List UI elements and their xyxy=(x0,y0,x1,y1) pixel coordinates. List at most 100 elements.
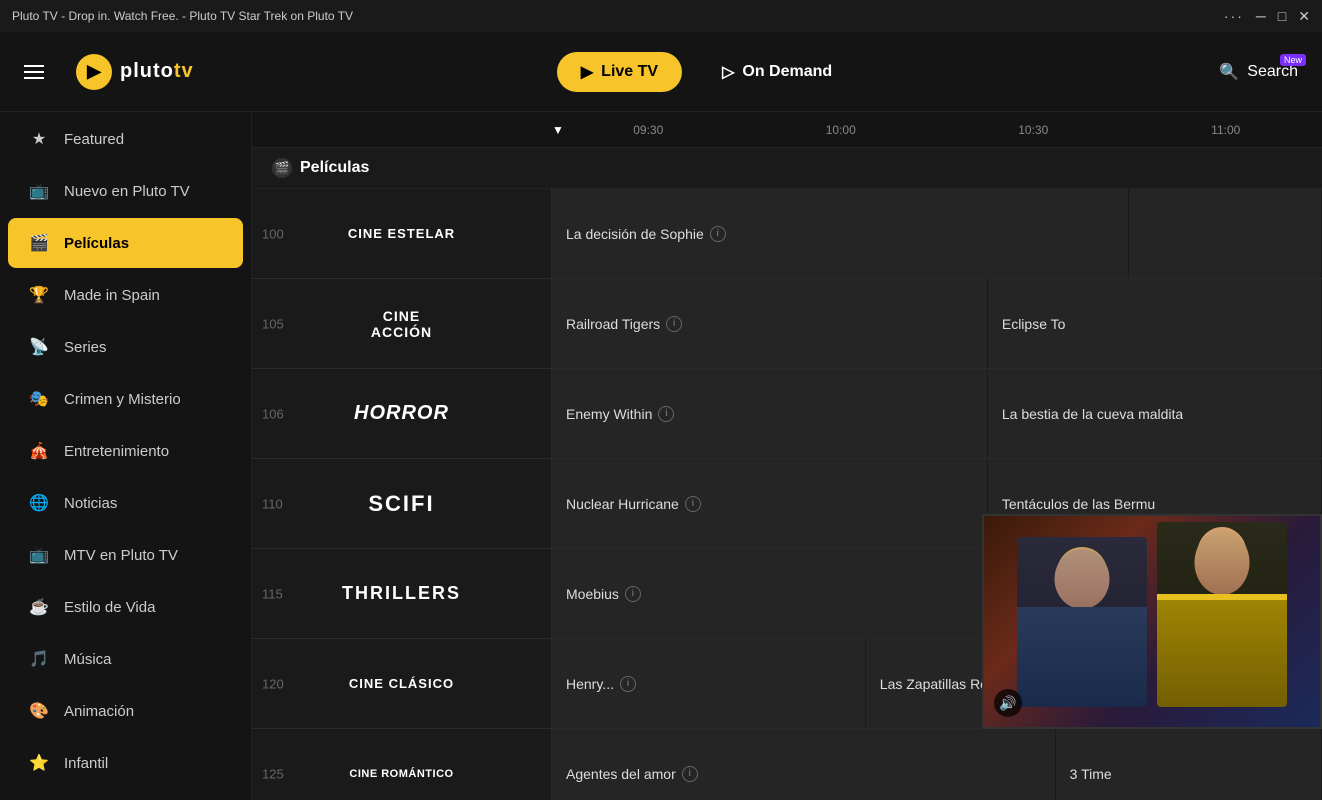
maximize-icon[interactable]: □ xyxy=(1278,8,1286,24)
channel-logo-106: HORROR xyxy=(354,402,449,425)
timeline-time-mark: 09:30 xyxy=(552,123,745,137)
sidebar-label-animacion: Animación xyxy=(64,703,134,720)
program-name: Tentáculos de las Bermu xyxy=(1002,496,1155,512)
timeline-time-mark: 11:00 xyxy=(1130,123,1322,137)
program-cell[interactable]: Agentes del amori xyxy=(552,729,1056,800)
sidebar-icon-made-in-spain: 🏆 xyxy=(28,284,50,306)
program-cell[interactable]: 3 Time xyxy=(1056,729,1322,800)
timeline-time-mark: 10:30 xyxy=(937,123,1130,137)
livetv-button[interactable]: ▶ Live TV xyxy=(557,52,682,92)
channel-row: 105 CINE ACCIÓN Railroad Tigers i Eclipse To xyxy=(252,279,1322,369)
section-icon: 🎬 xyxy=(272,158,292,178)
sidebar-item-infantil[interactable]: ⭐ Infantil xyxy=(8,738,243,788)
program-cell[interactable]: Railroad Tigers i xyxy=(552,279,988,368)
sidebar-item-noticias[interactable]: 🌐 Noticias xyxy=(8,478,243,528)
search-button[interactable]: 🔍 Search New xyxy=(1219,62,1298,82)
ondemand-button[interactable]: ▷ On Demand xyxy=(698,52,856,92)
program-cell[interactable] xyxy=(1129,189,1322,278)
volume-icon[interactable]: 🔊 xyxy=(994,689,1022,717)
info-icon[interactable]: i xyxy=(620,676,636,692)
sidebar: ★ Featured 📺 Nuevo en Pluto TV 🎬 Películ… xyxy=(0,112,252,800)
channel-logo-105: CINE ACCIÓN xyxy=(371,308,432,340)
channel-row: 100CINE ESTELARLa decisión de Sophiei xyxy=(252,189,1322,279)
sidebar-item-series[interactable]: 📡 Series xyxy=(8,322,243,372)
channel-cell-115: 115THRILLERS xyxy=(252,549,552,638)
ondemand-label: On Demand xyxy=(742,63,832,81)
ondemand-icon: ▷ xyxy=(722,62,734,82)
program-name: Enemy Within xyxy=(566,406,652,422)
sidebar-item-nuevo[interactable]: 📺 Nuevo en Pluto TV xyxy=(8,166,243,216)
sidebar-label-nuevo: Nuevo en Pluto TV xyxy=(64,183,190,200)
channel-logo-110: SCIFI xyxy=(368,491,434,517)
video-thumbnail: 🔊 xyxy=(982,514,1322,729)
minimize-icon[interactable]: ─ xyxy=(1256,8,1266,24)
program-name: La bestia de la cueva maldita xyxy=(1002,406,1183,422)
info-icon[interactable]: i xyxy=(625,586,641,602)
section-label: Películas xyxy=(300,159,369,177)
logo: ▶ plutotv xyxy=(76,54,194,90)
livetv-icon: ▶ xyxy=(581,62,593,82)
sidebar-item-animacion[interactable]: 🎨 Animación xyxy=(8,686,243,736)
timeline-time-mark: 10:00 xyxy=(745,123,938,137)
program-cells-100: La decisión de Sophiei xyxy=(552,189,1322,278)
sidebar-label-musica: Música xyxy=(64,651,112,668)
sidebar-item-featured[interactable]: ★ Featured xyxy=(8,114,243,164)
sidebar-item-musica[interactable]: 🎵 Música xyxy=(8,634,243,684)
titlebar: Pluto TV - Drop in. Watch Free. - Pluto … xyxy=(0,0,1322,32)
sidebar-icon-musica: 🎵 xyxy=(28,648,50,670)
program-cells-125: Agentes del amori3 Time xyxy=(552,729,1322,800)
sidebar-icon-peliculas: 🎬 xyxy=(28,232,50,254)
timeline-header: ▼ 09:3010:0010:3011:00 xyxy=(252,112,1322,148)
sidebar-icon-featured: ★ xyxy=(28,128,50,150)
program-name: Henry... xyxy=(566,676,614,692)
more-options-icon[interactable]: ··· xyxy=(1224,8,1244,24)
channel-number: 100 xyxy=(262,226,284,241)
sidebar-icon-estilo: ☕ xyxy=(28,596,50,618)
program-cells-105: Railroad Tigers i Eclipse To xyxy=(552,279,1322,368)
close-icon[interactable]: ✕ xyxy=(1298,8,1310,25)
sidebar-icon-nuevo: 📺 xyxy=(28,180,50,202)
new-badge: New xyxy=(1280,54,1306,66)
sidebar-item-crimen[interactable]: 🎭 Crimen y Misterio xyxy=(8,374,243,424)
info-icon[interactable]: i xyxy=(658,406,674,422)
content-area: ▼ 09:3010:0010:3011:00 🎬 Películas 100CI… xyxy=(252,112,1322,800)
sidebar-label-infantil: Infantil xyxy=(64,755,108,772)
program-cell[interactable]: Nuclear Hurricanei xyxy=(552,459,988,548)
channel-cell-100: 100CINE ESTELAR xyxy=(252,189,552,278)
program-cell[interactable]: La decisión de Sophiei xyxy=(552,189,1129,278)
sidebar-item-entretenimiento[interactable]: 🎪 Entretenimiento xyxy=(8,426,243,476)
program-name: Eclipse To xyxy=(1002,316,1066,332)
figure-spock xyxy=(1017,537,1147,707)
program-name: Railroad Tigers xyxy=(566,316,660,332)
sidebar-label-series: Series xyxy=(64,339,107,356)
sidebar-item-made-in-spain[interactable]: 🏆 Made in Spain xyxy=(8,270,243,320)
info-icon[interactable]: i xyxy=(685,496,701,512)
hamburger-button[interactable] xyxy=(24,65,44,79)
sidebar-item-peliculas[interactable]: 🎬 Películas xyxy=(8,218,243,268)
timeline-times: 09:3010:0010:3011:00 xyxy=(552,123,1322,137)
sidebar-icon-noticias: 🌐 xyxy=(28,492,50,514)
program-cell[interactable]: Eclipse To xyxy=(988,279,1322,368)
sidebar-item-estilo[interactable]: ☕ Estilo de Vida xyxy=(8,582,243,632)
sidebar-item-mtv[interactable]: 📺 MTV en Pluto TV xyxy=(8,530,243,580)
header: ▶ plutotv ▶ Live TV ▷ On Demand 🔍 Search… xyxy=(0,32,1322,112)
channel-number: 105 xyxy=(262,316,284,331)
channel-grid: 🎬 Películas 100CINE ESTELARLa decisión d… xyxy=(252,148,1322,800)
section-header: 🎬 Películas xyxy=(252,148,1322,189)
program-cell[interactable]: La bestia de la cueva maldita xyxy=(988,369,1322,458)
channel-logo-115: THRILLERS xyxy=(342,583,461,604)
program-cell[interactable]: Enemy Within i xyxy=(552,369,988,458)
program-cell[interactable]: Henry... i xyxy=(552,639,866,728)
sidebar-icon-infantil: ⭐ xyxy=(28,752,50,774)
channel-cell-110: 110 SCIFI xyxy=(252,459,552,548)
channel-number: 125 xyxy=(262,766,284,781)
info-icon[interactable]: i xyxy=(710,226,726,242)
channel-cell-106: 106HORROR xyxy=(252,369,552,458)
sidebar-label-estilo: Estilo de Vida xyxy=(64,599,155,616)
program-cells-106: Enemy Within i La bestia de la cueva maldi… xyxy=(552,369,1322,458)
channel-logo-120: CINE CLÁSICO xyxy=(349,676,454,691)
sidebar-icon-entretenimiento: 🎪 xyxy=(28,440,50,462)
channel-number: 110 xyxy=(262,496,283,511)
info-icon[interactable]: i xyxy=(666,316,682,332)
info-icon[interactable]: i xyxy=(682,766,698,782)
